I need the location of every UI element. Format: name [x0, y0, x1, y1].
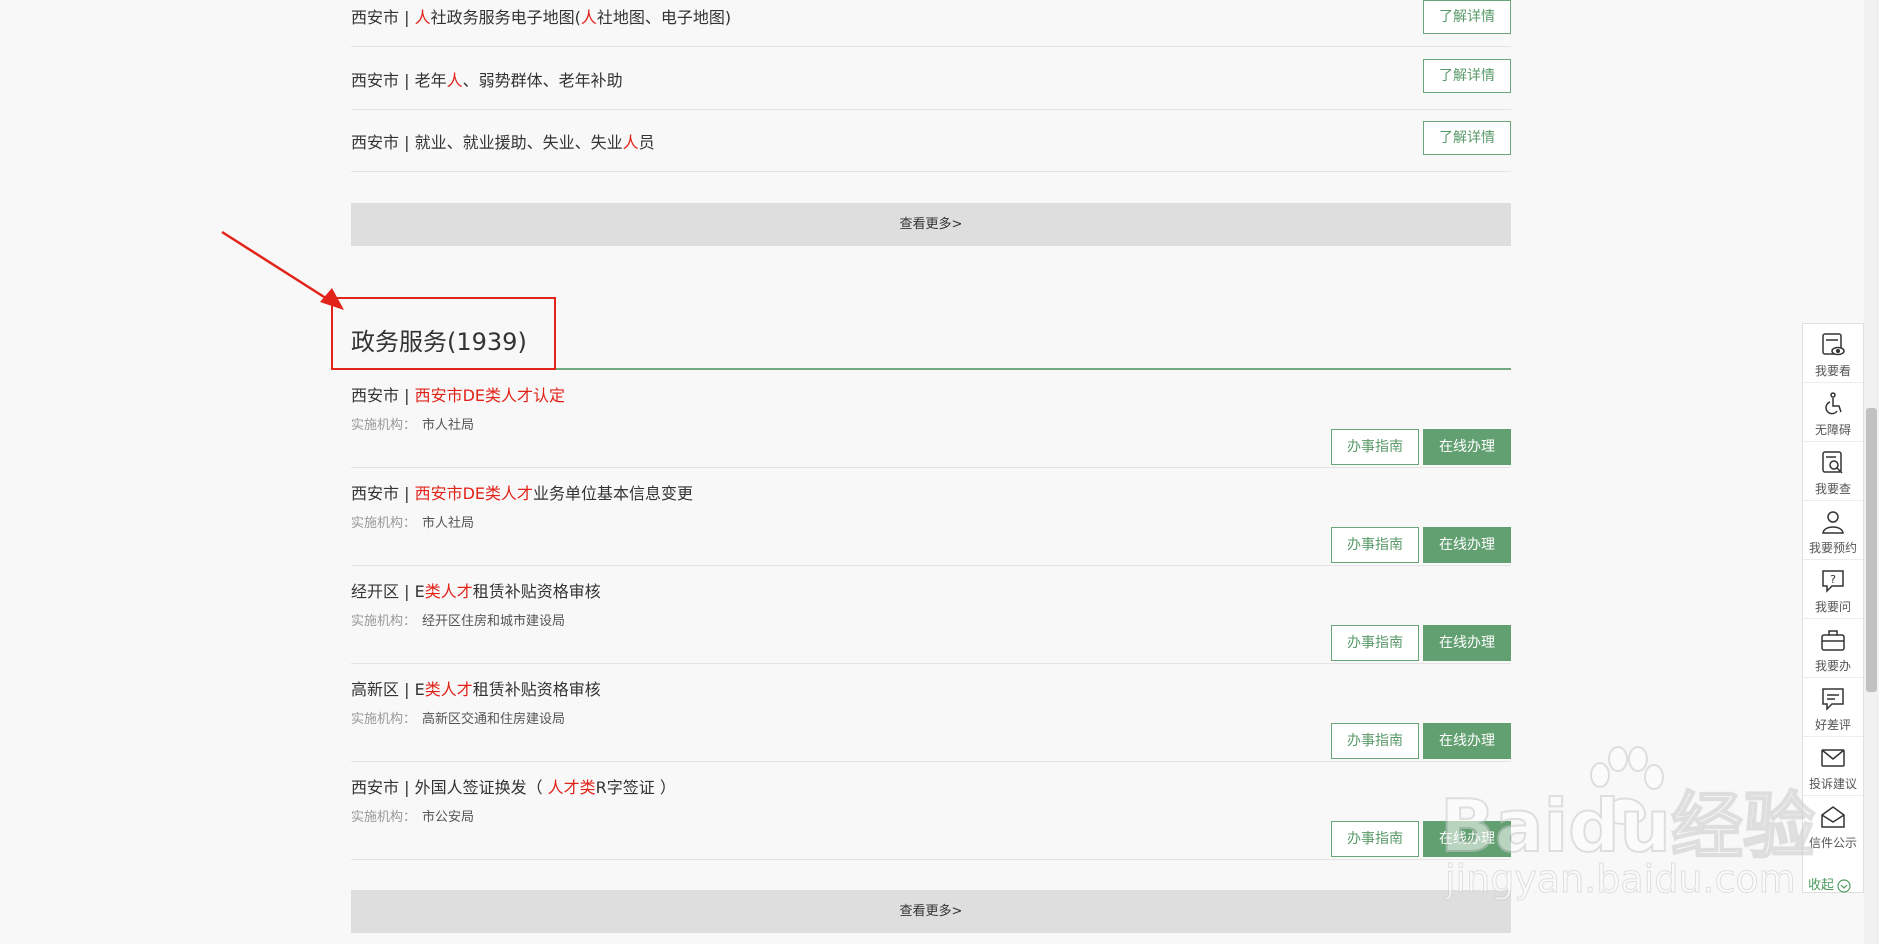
service-org: 实施机构： 市人社局	[351, 516, 475, 531]
sidebar-item-view[interactable]: 我要看	[1803, 324, 1863, 383]
wheelchair-icon	[1825, 392, 1842, 415]
guide-button[interactable]: 办事指南	[1331, 625, 1419, 661]
sidebar-item-review[interactable]: 好差评	[1803, 678, 1863, 737]
view-more-button[interactable]: 查看更多>	[351, 890, 1511, 933]
svg-text:?: ?	[1830, 573, 1836, 586]
chevron-down-circle-icon	[1837, 878, 1851, 893]
service-row: 西安市 | 西安市DE类人才业务单位基本信息变更 实施机构： 市人社局 办事指南 …	[351, 468, 1511, 566]
guide-button[interactable]: 办事指南	[1331, 527, 1419, 563]
service-org: 实施机构： 市人社局	[351, 418, 475, 433]
sidebar-item-appointment[interactable]: 我要预约	[1803, 501, 1863, 560]
online-apply-button[interactable]: 在线办理	[1423, 429, 1511, 465]
user-icon	[1822, 511, 1844, 534]
open-mail-icon	[1821, 806, 1845, 828]
sidebar-item-label: 投诉建议	[1808, 777, 1857, 791]
row-title[interactable]: 西安市 | 老年人、弱势群体、老年补助	[351, 67, 623, 91]
mail-icon	[1821, 749, 1845, 767]
detail-button[interactable]: 了解详情	[1423, 0, 1511, 34]
sidebar-item-label: 无障碍	[1814, 423, 1851, 437]
sidebar-item-label: 我要问	[1814, 600, 1851, 614]
right-sidebar: 我要看 无障碍 我要查 我要预约 ? 我要问 我要办 好差评 投诉建议 信件公示	[1802, 323, 1864, 893]
briefcase-icon	[1821, 630, 1845, 651]
top-list-row: 西安市 | 就业、就业援助、失业、失业人员 了解详情	[351, 111, 1511, 172]
sidebar-item-search[interactable]: 我要查	[1803, 442, 1863, 501]
online-apply-button[interactable]: 在线办理	[1423, 527, 1511, 563]
service-org: 实施机构： 经开区住房和城市建设局	[351, 614, 566, 629]
detail-button[interactable]: 了解详情	[1423, 59, 1511, 93]
sidebar-item-label: 好差评	[1814, 718, 1851, 732]
eye-doc-icon	[1822, 333, 1845, 356]
sidebar-item-label: 我要看	[1814, 364, 1851, 378]
service-row: 西安市 | 西安市DE类人才认定 实施机构： 市人社局 办事指南 在线办理	[351, 370, 1511, 468]
annotation-box	[331, 297, 556, 370]
online-apply-button[interactable]: 在线办理	[1423, 625, 1511, 661]
sidebar-item-label: 我要查	[1814, 482, 1851, 496]
sidebar-item-letters[interactable]: 信件公示	[1803, 796, 1863, 855]
service-row: 经开区 | E类人才租赁补贴资格审核 实施机构： 经开区住房和城市建设局 办事指南…	[351, 566, 1511, 664]
online-apply-button[interactable]: 在线办理	[1423, 821, 1511, 857]
comment-icon	[1822, 688, 1844, 711]
sidebar-item-handle[interactable]: 我要办	[1803, 619, 1863, 678]
question-icon: ?	[1822, 570, 1844, 593]
guide-button[interactable]: 办事指南	[1331, 723, 1419, 759]
detail-button[interactable]: 了解详情	[1423, 121, 1511, 155]
service-title[interactable]: 经开区 | E类人才租赁补贴资格审核	[351, 578, 601, 602]
sidebar-item-complaint[interactable]: 投诉建议	[1803, 737, 1863, 796]
sidebar-item-label: 我要办	[1814, 659, 1851, 673]
service-title[interactable]: 西安市 | 西安市DE类人才业务单位基本信息变更	[351, 480, 693, 504]
guide-button[interactable]: 办事指南	[1331, 429, 1419, 465]
sidebar-item-accessibility[interactable]: 无障碍	[1803, 383, 1863, 442]
scrollbar-thumb[interactable]	[1866, 408, 1877, 692]
service-row: 西安市 | 外国人签证换发（ 人才类R字签证 ） 实施机构： 市公安局 办事指南 …	[351, 762, 1511, 860]
top-list-row: 西安市 | 人社政务服务电子地图(人社地图、电子地图) 了解详情	[351, 0, 1511, 47]
collapse-label: 收起	[1808, 878, 1835, 893]
search-doc-icon	[1822, 451, 1843, 474]
collapse-button[interactable]: 收起	[1808, 874, 1851, 893]
online-apply-button[interactable]: 在线办理	[1423, 723, 1511, 759]
service-org: 实施机构： 市公安局	[351, 810, 475, 825]
top-list-row: 西安市 | 老年人、弱势群体、老年补助 了解详情	[351, 49, 1511, 110]
guide-button[interactable]: 办事指南	[1331, 821, 1419, 857]
view-more-button[interactable]: 查看更多>	[351, 203, 1511, 246]
sidebar-item-label: 信件公示	[1808, 836, 1857, 850]
paw-logo-icon	[1590, 746, 1664, 825]
service-title[interactable]: 高新区 | E类人才租赁补贴资格审核	[351, 676, 601, 700]
service-title[interactable]: 西安市 | 外国人签证换发（ 人才类R字签证 ）	[351, 774, 676, 798]
service-title[interactable]: 西安市 | 西安市DE类人才认定	[351, 382, 565, 406]
service-row: 高新区 | E类人才租赁补贴资格审核 实施机构： 高新区交通和住房建设局 办事指南…	[351, 664, 1511, 762]
sidebar-item-label: 我要预约	[1808, 541, 1857, 555]
row-title[interactable]: 西安市 | 人社政务服务电子地图(人社地图、电子地图)	[351, 4, 731, 28]
service-org: 实施机构： 高新区交通和住房建设局	[351, 712, 566, 727]
sidebar-item-ask[interactable]: ? 我要问	[1803, 560, 1863, 619]
row-title[interactable]: 西安市 | 就业、就业援助、失业、失业人员	[351, 129, 655, 153]
